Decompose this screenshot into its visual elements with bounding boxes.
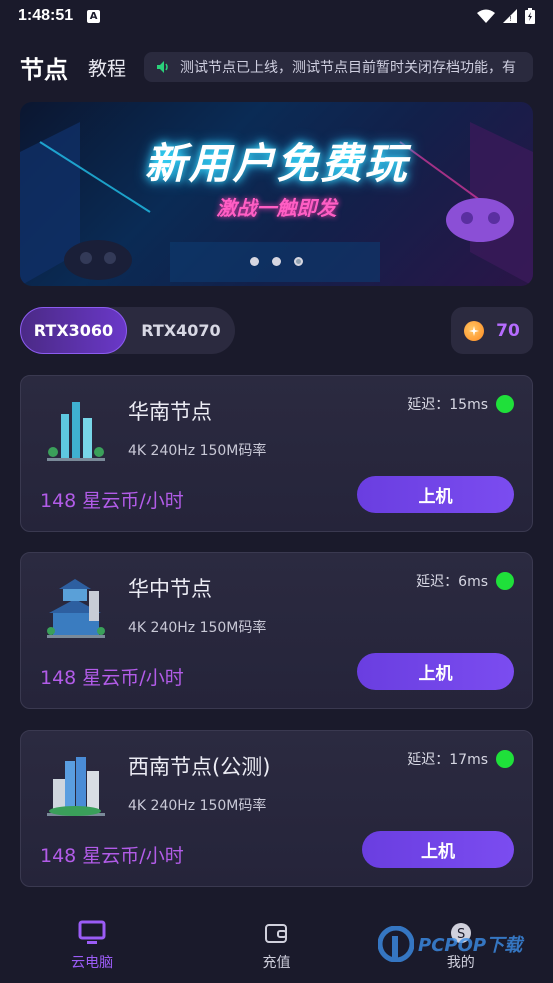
node-name: 华南节点 <box>128 400 212 424</box>
wifi-icon <box>477 9 495 23</box>
promo-banner[interactable]: 新用户免费玩 激战一触即发 <box>20 102 533 286</box>
tab-label: 充值 <box>262 955 291 971</box>
gpu-selector: RTX3060 RTX4070 <box>20 307 235 354</box>
svg-text:!: ! <box>509 15 512 23</box>
tutorial-tab[interactable]: 教程 <box>88 54 126 81</box>
launch-button[interactable]: 上机 <box>357 653 514 690</box>
speaker-icon <box>157 61 168 73</box>
node-spec: 4K 240Hz 150M码率 <box>128 798 267 814</box>
pcpop-logo <box>378 926 414 962</box>
node-price: 148 星云币/小时 <box>40 845 184 867</box>
coin-icon <box>464 320 485 341</box>
coin-balance[interactable]: 70 <box>451 307 533 354</box>
notice-marquee[interactable]: 测试节点已上线，测试节点目前暂时关闭存档功能，有 <box>144 52 533 82</box>
tab-rtx4070[interactable]: RTX4070 <box>127 307 235 354</box>
tab-rtx3060[interactable]: RTX3060 <box>20 307 127 354</box>
carousel-dot[interactable] <box>250 257 259 266</box>
city-skyline-icon <box>47 757 105 816</box>
watermark: PCPOP下载 <box>378 926 522 962</box>
node-latency: 延迟：15ms <box>407 394 514 414</box>
palace-building-icon <box>47 579 105 638</box>
coin-value: 70 <box>496 320 520 341</box>
status-icons: ! <box>477 8 535 24</box>
latency-status-dot <box>496 395 514 413</box>
carousel-dot[interactable] <box>272 257 281 266</box>
node-name: 华中节点 <box>128 577 212 601</box>
launch-button[interactable]: 上机 <box>357 476 514 513</box>
header: 节点 教程 测试节点已上线，测试节点目前暂时关闭存档功能，有 <box>20 50 533 84</box>
node-spec: 4K 240Hz 150M码率 <box>128 620 267 636</box>
wallet-icon <box>265 924 288 943</box>
page-title: 节点 <box>20 55 68 84</box>
signal-icon: ! <box>503 9 517 23</box>
latency-text: 延迟：15ms <box>407 397 488 413</box>
status-bar: 1:48:51 A ! <box>0 0 553 32</box>
banner-subtitle: 激战一触即发 <box>216 196 337 220</box>
latency-status-dot <box>496 750 514 768</box>
node-name: 西南节点(公测) <box>128 755 271 779</box>
watermark-text: PCPOP下载 <box>418 935 523 956</box>
status-time: 1:48:51 <box>18 7 74 24</box>
banner-title: 新用户免费玩 <box>144 139 409 188</box>
battery-icon <box>525 8 535 24</box>
city-skyline-icon <box>47 402 105 461</box>
node-spec: 4K 240Hz 150M码率 <box>128 443 267 459</box>
node-card[interactable]: 西南节点(公测) 4K 240Hz 150M码率 延迟：17ms 148 星云币… <box>20 730 533 887</box>
latency-status-dot <box>496 572 514 590</box>
notification-icon: A <box>87 9 101 23</box>
latency-text: 延迟：6ms <box>416 574 488 590</box>
node-card[interactable]: 华南节点 4K 240Hz 150M码率 延迟：15ms 148 星云币/小时 … <box>20 375 533 532</box>
carousel-dots <box>20 257 533 266</box>
node-latency: 延迟：6ms <box>416 571 514 591</box>
notice-text: 测试节点已上线，测试节点目前暂时关闭存档功能，有 <box>180 60 517 76</box>
tab-label: 云电脑 <box>71 955 114 971</box>
launch-button[interactable]: 上机 <box>362 831 514 868</box>
tab-cloud-pc[interactable]: 云电脑 <box>0 905 184 983</box>
node-price: 148 星云币/小时 <box>40 490 184 512</box>
node-price: 148 星云币/小时 <box>40 667 184 689</box>
latency-text: 延迟：17ms <box>407 752 488 768</box>
carousel-dot-active[interactable] <box>294 257 303 266</box>
node-latency: 延迟：17ms <box>407 749 514 769</box>
tab-recharge[interactable]: 充值 <box>184 905 368 983</box>
monitor-icon <box>78 920 106 944</box>
node-card[interactable]: 华中节点 4K 240Hz 150M码率 延迟：6ms 148 星云币/小时 上… <box>20 552 533 709</box>
